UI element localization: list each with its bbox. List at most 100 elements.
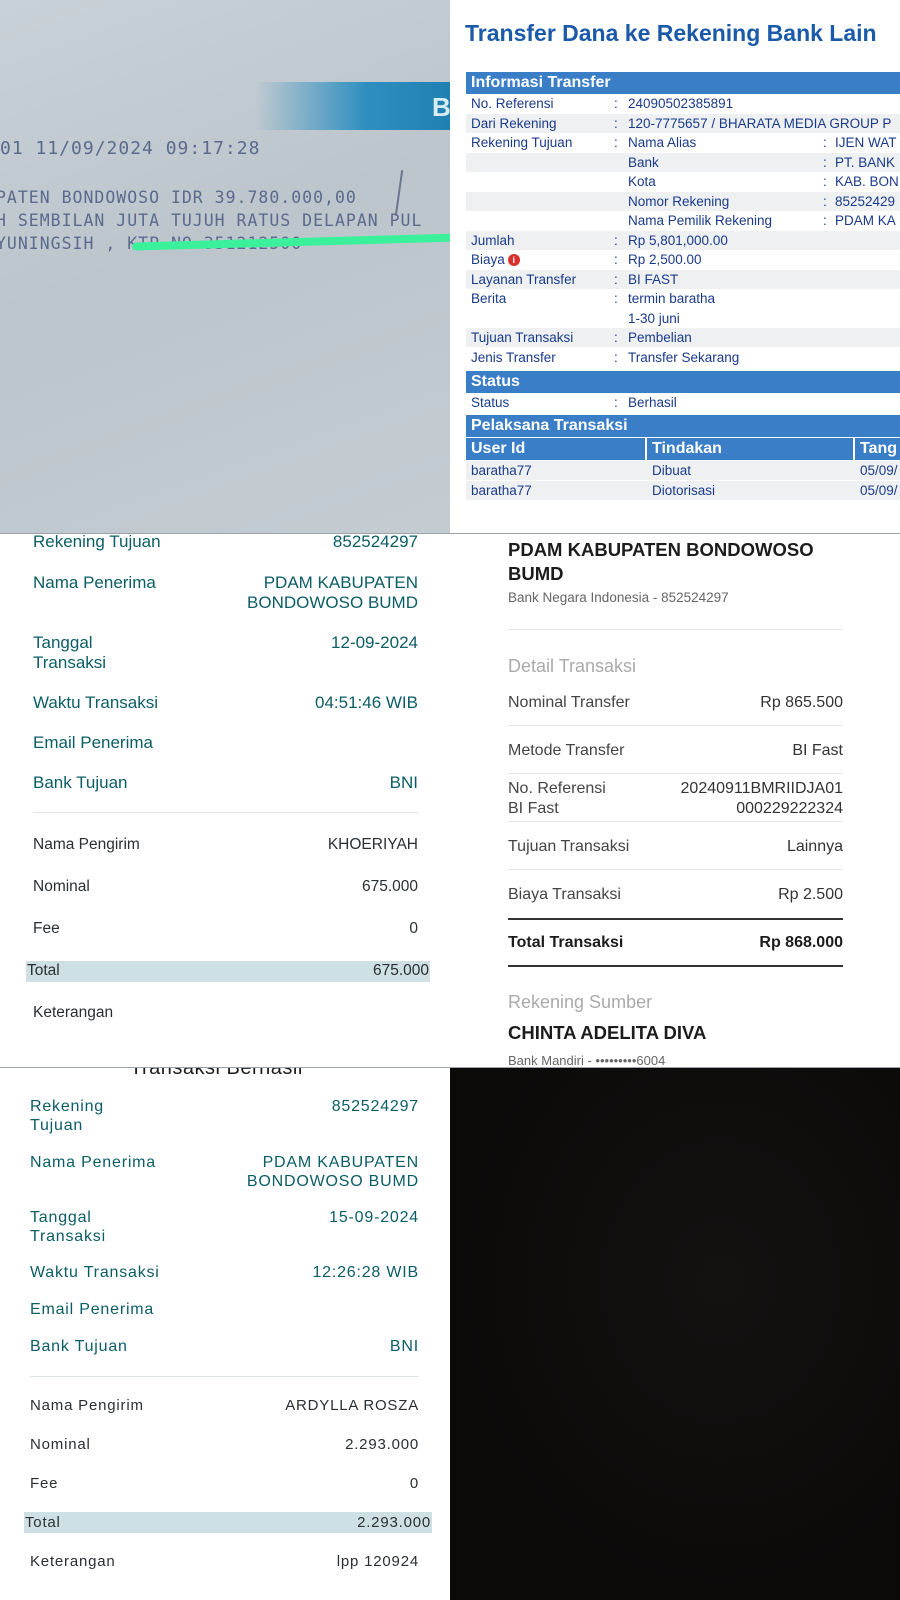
nominal-value: 675.000 [361, 878, 418, 895]
pengirim-label: Nama Pengirim [30, 1397, 144, 1414]
row-biaya: Biaya i : Rp 2,500.00 [466, 250, 900, 269]
colon: : [614, 252, 618, 267]
biaya-value: Rp 2.500 [778, 886, 843, 903]
colon: : [614, 395, 618, 410]
fee-value: 0 [409, 1475, 419, 1492]
ref-value-1: 20240911BMRIIDJA01 [680, 780, 843, 797]
value: termin baratha [628, 291, 716, 306]
separator [33, 812, 418, 813]
success-header: Transaksi Berhasil [130, 1068, 303, 1079]
row-layanan: Layanan Transfer : BI FAST [466, 270, 900, 289]
sub-value: IJEN WAT [835, 135, 897, 150]
tujuan-value: Lainnya [786, 838, 843, 855]
colon: : [823, 213, 827, 228]
total-value: 675.000 [372, 962, 429, 979]
bank-tujuan-label: Bank Tujuan [30, 1338, 128, 1355]
sub-value: KAB. BON [835, 174, 899, 189]
value: 1-30 juni [628, 311, 680, 326]
tanggal-label-1: Tanggal [30, 1209, 92, 1226]
table-cell-action: Dibuat [652, 463, 692, 478]
page-title: Transfer Dana ke Rekening Bank Lain [465, 20, 877, 46]
nama-penerima-value-1: PDAM KABUPATEN [262, 1154, 419, 1171]
slip-words-line: H SEMBILAN JUTA TUJUH RATUS DELAPAN PUL [0, 211, 423, 230]
row-berita: Berita : termin baratha [466, 289, 900, 308]
source-name: CHINTA ADELITA DIVA [508, 1022, 707, 1043]
slip-date-line: 01 11/09/2024 09:17:28 [0, 138, 261, 159]
colon: : [823, 174, 827, 189]
waktu-label: Waktu Transaksi [30, 1264, 160, 1281]
section-sumber-title: Rekening Sumber [508, 992, 653, 1012]
metode-value: BI Fast [792, 742, 843, 759]
separator [508, 773, 843, 774]
bank-detail-panel: PDAM KABUPATEN BONDOWOSO BUMD Bank Negar… [450, 534, 900, 1067]
row-berita-2: 1-30 juni [466, 309, 900, 328]
label: Jumlah [471, 233, 515, 248]
black-panel [450, 1068, 900, 1600]
row-nomor-rekening: Nomor Rekening : 85252429 [466, 192, 900, 211]
pengirim-value: KHOERIYAH [327, 836, 418, 853]
bank-tujuan-value: BNI [389, 1338, 419, 1355]
value: BI FAST [628, 272, 679, 287]
receipt-b-panel: Transaksi Berhasil Rekening Tujuan 85252… [0, 1068, 450, 1600]
rekening-tujuan-label-2: Tujuan [30, 1117, 84, 1134]
separator [508, 869, 843, 870]
section-header-pelaksana: Pelaksana Transaksi [466, 415, 900, 437]
nominal-label: Nominal [33, 878, 90, 895]
row-nama-pemilik: Nama Pemilik Rekening : PDAM KA [466, 211, 900, 230]
separator [30, 1376, 419, 1377]
rekening-tujuan-label: Rekening Tujuan [33, 534, 161, 551]
value: 120-7775657 / BHARATA MEDIA GROUP P [628, 116, 892, 131]
fee-label: Fee [30, 1475, 59, 1492]
colon: : [823, 155, 827, 170]
total-value: 2.293.000 [357, 1514, 431, 1531]
table-cell-user: baratha77 [471, 483, 532, 498]
value: Rp 2,500.00 [628, 252, 702, 267]
source-bank: Bank Mandiri - •••••••••6004 [508, 1053, 666, 1067]
total-value: Rp 868.000 [759, 934, 843, 951]
tanggal-label-2: Transaksi [30, 1228, 106, 1245]
bank-tujuan-value: BNI [389, 773, 418, 792]
row-jenis: Jenis Transfer : Transfer Sekarang [466, 348, 900, 367]
value: 24090502385891 [628, 96, 734, 111]
label: Tujuan Transaksi [471, 330, 574, 345]
nominal-value: Rp 865.500 [760, 694, 843, 711]
email-label: Email Penerima [30, 1301, 155, 1318]
total-bar [26, 961, 430, 982]
total-label: Total [27, 962, 60, 979]
section-header-status: Status [466, 371, 900, 393]
fee-label: Fee [33, 920, 60, 937]
colon: : [614, 135, 618, 150]
colon: : [823, 135, 827, 150]
keterangan-value: lpp 120924 [336, 1553, 419, 1570]
slip-band-letter: B [432, 92, 450, 122]
info-icon[interactable]: i [507, 254, 520, 266]
tanggal-value: 12-09-2024 [331, 633, 418, 652]
table-header-date: Tang [855, 438, 900, 460]
label: Berita [471, 291, 507, 306]
nominal-label: Nominal Transfer [508, 694, 630, 711]
scanned-slip-panel: B 01 11/09/2024 09:17:28 PATEN BONDOWOSO… [0, 0, 450, 533]
rekening-tujuan-value: 852524297 [332, 534, 418, 551]
label: Jenis Transfer [471, 350, 556, 365]
value: Rp 5,801,000.00 [628, 233, 728, 248]
sub-label: Nama Pemilik Rekening [628, 213, 773, 228]
row-bank: Bank : PT. BANK [466, 153, 900, 172]
table-header-user: User Id [466, 438, 647, 460]
recipient-name-2: BUMD [508, 563, 564, 584]
receipt-a-panel: Rekening Tujuan 852524297 Nama Penerima … [0, 534, 450, 1067]
colon: : [614, 330, 618, 345]
biaya-label: Biaya Transaksi [508, 886, 621, 903]
slip-amount-line: PATEN BONDOWOSO IDR 39.780.000,00 [0, 188, 357, 207]
row-tujuan: Tujuan Transaksi : Pembelian [466, 328, 900, 347]
colon: : [614, 272, 618, 287]
nama-penerima-value-1: PDAM KABUPATEN [263, 573, 418, 592]
sub-value: 85252429 [835, 194, 896, 209]
tanggal-label-1: Tanggal [33, 633, 93, 652]
waktu-value: 12:26:28 WIB [312, 1264, 419, 1281]
sub-label: Kota [628, 174, 656, 189]
metode-label: Metode Transfer [508, 742, 625, 759]
slip-pen-mark [394, 170, 404, 216]
ref-label-2: BI Fast [508, 800, 559, 817]
separator [508, 629, 843, 630]
slip-header-band [255, 82, 450, 130]
